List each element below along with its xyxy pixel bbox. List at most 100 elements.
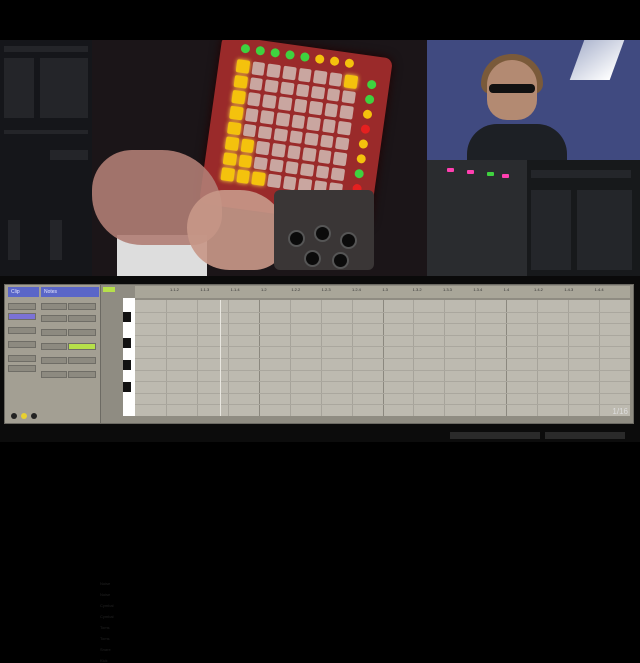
launchpad-scene-button <box>362 109 373 120</box>
loop-toggle[interactable] <box>68 343 96 350</box>
end-field[interactable] <box>68 315 96 322</box>
launchpad-scene-button <box>356 153 367 164</box>
bank-field[interactable] <box>41 329 67 336</box>
performer-camera-view <box>427 40 640 160</box>
quantize-icon[interactable] <box>31 413 37 419</box>
launchpad-pad <box>264 78 279 94</box>
transpose-field[interactable] <box>41 315 67 322</box>
launchpad-pad <box>317 149 332 164</box>
launchpad-pad <box>282 176 297 191</box>
launchpad-pad <box>321 118 337 133</box>
drum-piano-roll-keys[interactable] <box>123 298 135 416</box>
launchpad-pad <box>251 61 266 76</box>
launchpad-pad <box>260 109 275 125</box>
performer-body <box>467 124 567 160</box>
nudge-buttons[interactable] <box>8 365 36 372</box>
grid-resolution-label[interactable]: 1/16 <box>612 407 628 416</box>
pgm-change-field[interactable] <box>41 371 67 378</box>
launchpad-pad <box>269 158 284 173</box>
launchpad-top-button <box>329 56 340 67</box>
clip-color-swatch[interactable] <box>8 313 36 320</box>
launchpad-pad <box>235 169 251 184</box>
fold-button[interactable] <box>103 287 115 292</box>
notes-box-header[interactable]: Notes <box>41 287 99 297</box>
drum-note-label: Noise <box>100 581 111 586</box>
launchpad-top-button <box>270 47 281 58</box>
launchpad-scene-button <box>364 94 375 105</box>
launchpad-top-button <box>299 51 310 63</box>
grid-row-line <box>135 346 630 348</box>
length-field[interactable] <box>68 371 96 378</box>
launchpad-pad <box>310 85 326 100</box>
launchpad-pad <box>324 103 339 118</box>
launch-mode-icon[interactable] <box>11 413 17 419</box>
launchpad-pad <box>248 76 264 92</box>
launchpad-pad <box>222 151 237 167</box>
ceiling-light <box>569 40 625 80</box>
launchpad-scene-button <box>358 138 369 150</box>
beat-ruler[interactable]: 1.1.2 1.1.3 1.1.4 1.2 1.2.2 1.2.3 1.2.4 1.3 1.3.… <box>135 286 630 298</box>
launchpad-pad <box>326 87 341 102</box>
loop-field[interactable] <box>68 329 96 336</box>
launchpad-pad <box>257 125 273 140</box>
launchpad-pad <box>253 156 268 171</box>
launchpad-pad <box>242 123 257 138</box>
start-field[interactable] <box>68 303 96 310</box>
clip-box-header[interactable]: Clip <box>8 287 39 297</box>
launchpad-top-button <box>240 43 251 54</box>
performance-video <box>0 40 640 276</box>
position-field[interactable] <box>68 357 96 364</box>
grid-row-line <box>135 381 630 383</box>
launchpad-pad <box>229 105 244 120</box>
launchpad-scene-button <box>354 168 365 179</box>
grid-row-line <box>135 323 630 325</box>
drum-note-label: Toms <box>100 636 110 641</box>
launchpad-pad <box>244 107 259 123</box>
launchpad-pad <box>277 96 293 111</box>
drum-note-label: Kick <box>100 658 108 663</box>
launchpad-pad <box>291 114 306 129</box>
clip-name-field[interactable] <box>8 303 36 310</box>
launchpad-pad <box>339 105 354 120</box>
launchpad-pad <box>246 92 262 107</box>
live-session-background-left <box>0 40 92 276</box>
knob-controller <box>274 190 374 270</box>
launchpad-top-button <box>255 45 266 56</box>
signature-field[interactable] <box>8 327 36 334</box>
ruler-tick-label: 1.2 <box>261 287 267 292</box>
commit-button[interactable] <box>8 355 36 362</box>
launchpad-pad <box>255 140 271 156</box>
ruler-tick-label: 1.4.2 <box>534 287 543 292</box>
launchpad-pad <box>319 134 335 149</box>
legato-icon[interactable] <box>21 413 27 419</box>
launchpad-top-button <box>314 54 325 65</box>
drum-note-label: Cymbal <box>100 603 114 608</box>
launchpad-top-button <box>344 58 355 69</box>
status-segment <box>450 432 540 439</box>
launchpad-pad <box>313 70 328 85</box>
launchpad-pad <box>224 136 240 151</box>
grid-row-line <box>135 369 630 371</box>
status-bar <box>0 430 640 442</box>
launchpad-pad <box>235 59 250 74</box>
launchpad-pad <box>271 143 286 158</box>
launchpad-top-button <box>284 49 296 61</box>
clip-view-panel: Clip Notes 1.1.2 1.1.3 1.1.4 1.2 1.2.2 1.2.3 1… <box>0 276 640 663</box>
grid-row-line <box>135 311 630 313</box>
launchpad-pad <box>284 160 299 175</box>
launchpad-pad <box>275 112 290 127</box>
launchpad-pad <box>282 65 297 80</box>
program-field[interactable] <box>41 357 67 364</box>
drum-note-label: Snare <box>100 647 111 652</box>
ruler-tick-label: 1.2.4 <box>352 287 361 292</box>
launchpad-pad <box>335 136 350 151</box>
launchpad-scene-button <box>366 79 377 90</box>
launchpad-pad <box>343 74 359 89</box>
orig-bpm-field[interactable] <box>41 303 67 310</box>
groove-field[interactable] <box>8 341 36 348</box>
sub-bank-field[interactable] <box>41 343 67 350</box>
ruler-tick-label: 1.4.3 <box>564 287 574 292</box>
grid-row-line <box>135 392 630 394</box>
hardware-controller <box>427 160 527 276</box>
note-grid[interactable] <box>135 300 630 416</box>
